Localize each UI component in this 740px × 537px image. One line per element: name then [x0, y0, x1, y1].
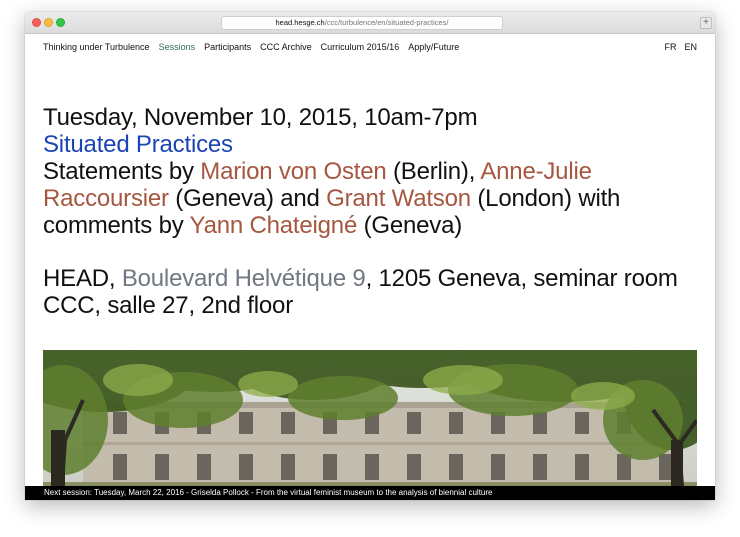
lang-en-link[interactable]: EN	[684, 42, 697, 52]
browser-titlebar: head.hesge.ch/ccc/turbulence/en/situated…	[25, 12, 715, 34]
event-statements: Statements by Marion von Osten (Berlin),…	[43, 158, 703, 239]
building-photo	[43, 350, 697, 500]
speaker-link-yann-chateigne[interactable]: Yann Chateigné	[190, 212, 358, 239]
nav-ccc-archive[interactable]: CCC Archive	[260, 42, 312, 52]
nav-sessions[interactable]: Sessions	[159, 42, 196, 52]
nav-apply-future[interactable]: Apply/Future	[408, 42, 459, 52]
event-date: Tuesday, November 10, 2015, 10am-7pm	[43, 104, 478, 131]
event-details: Tuesday, November 10, 2015, 10am-7pm Sit…	[43, 104, 703, 319]
nav-thinking-under-turbulence[interactable]: Thinking under Turbulence	[43, 42, 150, 52]
speaker-link-marion-von-osten[interactable]: Marion von Osten	[200, 158, 386, 185]
speaker-city: (Berlin),	[386, 158, 481, 185]
statements-prefix: Statements by	[43, 158, 201, 185]
browser-window: head.hesge.ch/ccc/turbulence/en/situated…	[25, 12, 715, 500]
nav-participants[interactable]: Participants	[204, 42, 251, 52]
close-window-icon[interactable]	[32, 18, 41, 27]
event-venue: HEAD, Boulevard Helvétique 9, 1205 Genev…	[43, 265, 678, 319]
address-bar[interactable]: head.hesge.ch/ccc/turbulence/en/situated…	[221, 16, 503, 30]
speaker-city: (Geneva)	[357, 212, 463, 239]
url-host: head.hesge.ch	[275, 18, 325, 27]
venue-address-link[interactable]: Boulevard Helvétique 9	[122, 265, 366, 292]
venue-name: HEAD	[43, 265, 109, 292]
url-path: /ccc/turbulence/en/situated-practices/	[324, 18, 449, 27]
nav-curriculum[interactable]: Curriculum 2015/16	[321, 42, 400, 52]
main-navigation: Thinking under Turbulence Sessions Partici…	[43, 42, 697, 54]
zoom-window-icon[interactable]	[56, 18, 65, 27]
next-session-banner[interactable]: Next session: Tuesday, March 22, 2016 - …	[25, 486, 715, 500]
language-switcher: FR EN	[656, 42, 697, 52]
minimize-window-icon[interactable]	[44, 18, 53, 27]
speaker-city: (Geneva) and	[168, 185, 327, 212]
event-title: Situated Practices	[43, 131, 233, 158]
new-tab-button[interactable]: +	[700, 17, 712, 29]
lang-fr-link[interactable]: FR	[664, 42, 676, 52]
speaker-link-grant-watson[interactable]: Grant Watson	[326, 185, 471, 212]
